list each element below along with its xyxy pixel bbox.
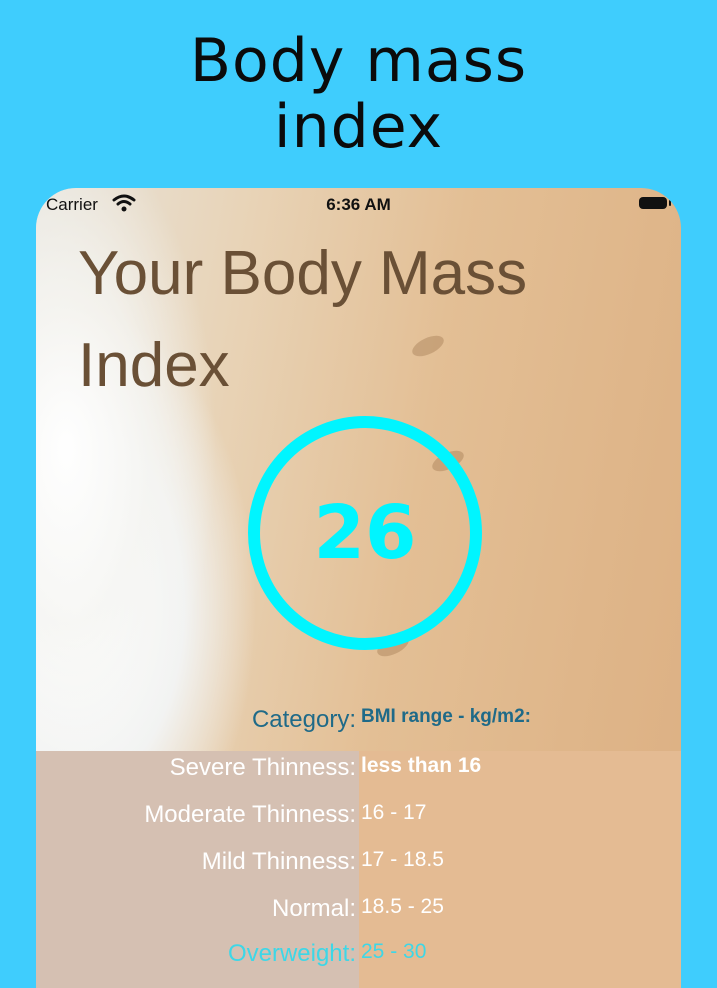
- row-category: Overweight:: [227, 940, 356, 967]
- screen-heading-line1: Your Body Mass: [78, 239, 528, 308]
- table-row-highlighted: Overweight: 25 - 30: [36, 940, 681, 980]
- screen-heading: Your Body Mass Index: [78, 228, 678, 412]
- battery-icon: [639, 197, 671, 209]
- row-range: less than 16: [361, 754, 482, 777]
- table-row: Severe Thinness: less than 16: [36, 754, 681, 794]
- row-range: 16 - 17: [361, 801, 427, 824]
- phone-screen: Carrier 6:36 AM Your Body Mass Index 26 …: [36, 188, 681, 988]
- table-row: Normal: 18.5 - 25: [36, 895, 681, 935]
- row-range: 25 - 30: [361, 940, 427, 963]
- promo-title-line2: index: [273, 92, 444, 162]
- row-category: Severe Thinness:: [169, 754, 356, 781]
- table-header-row: Category: BMI range - kg/m2:: [36, 706, 681, 746]
- table-header-category: Category:: [251, 706, 356, 733]
- promo-title-line1: Body mass: [189, 26, 528, 96]
- row-range: 18.5 - 25: [361, 895, 444, 918]
- row-category: Moderate Thinness:: [144, 801, 356, 828]
- row-category: Mild Thinness:: [201, 848, 356, 875]
- status-bar: Carrier 6:36 AM: [36, 188, 681, 224]
- table-header-range: BMI range - kg/m2:: [361, 706, 531, 727]
- bmi-value: 26: [313, 490, 417, 576]
- row-range: 17 - 18.5: [361, 848, 444, 871]
- row-category: Normal:: [271, 895, 356, 922]
- screen-heading-line2: Index: [78, 331, 230, 400]
- status-time: 6:36 AM: [326, 195, 391, 214]
- table-row: Moderate Thinness: 16 - 17: [36, 801, 681, 841]
- table-row: Mild Thinness: 17 - 18.5: [36, 848, 681, 888]
- promo-title: Body mass index: [0, 28, 717, 160]
